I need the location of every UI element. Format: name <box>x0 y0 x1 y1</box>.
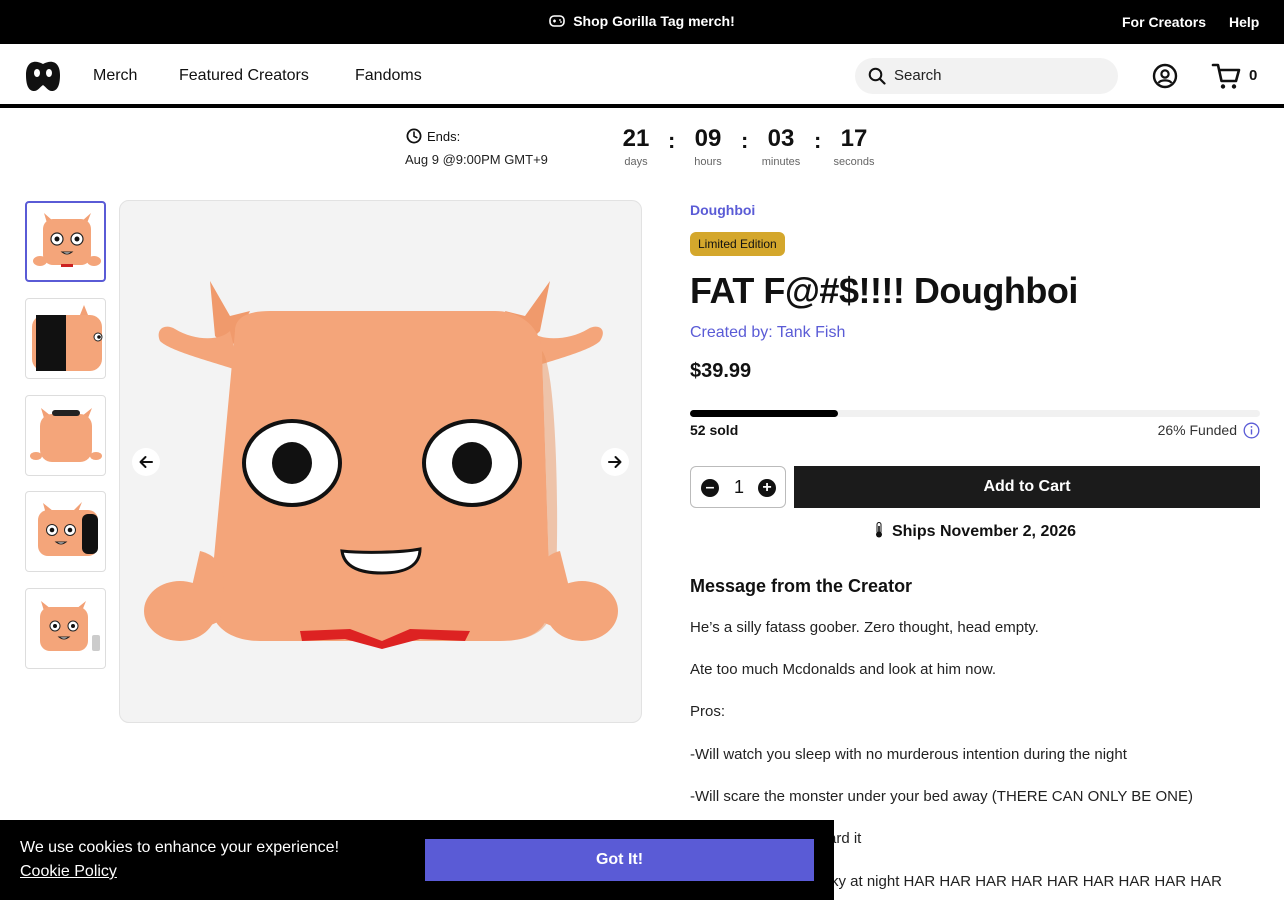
previous-image-button[interactable] <box>132 448 160 476</box>
days-label: days <box>624 156 648 168</box>
creator-message-paragraph: rky at night HAR HAR HAR HAR HAR HAR HAR… <box>826 873 1222 890</box>
promo-link[interactable]: Shop Gorilla Tag merch! <box>0 13 1284 31</box>
cart-icon[interactable] <box>1211 62 1241 95</box>
fandom-link[interactable]: Doughboi <box>690 202 755 218</box>
minutes-value: 03 <box>767 125 795 152</box>
next-image-button[interactable] <box>601 448 629 476</box>
thermometer-icon <box>874 522 884 543</box>
announcement-bar: Shop Gorilla Tag merch! For Creators Hel… <box>0 0 1284 44</box>
quantity-value[interactable]: 1 <box>729 477 749 498</box>
arrow-left-icon <box>139 456 153 468</box>
help-link[interactable]: Help <box>1229 14 1259 30</box>
ship-date-text: Ships November 2, 2026 <box>891 523 1077 540</box>
thumbnail-back[interactable] <box>25 395 106 476</box>
creator-message-paragraph: He’s a silly fatass goober. Zero thought… <box>690 619 1039 636</box>
quantity-stepper: – 1 + <box>690 466 786 508</box>
sold-count: 52 sold <box>690 422 739 438</box>
product-title: FAT F@#$!!!! Doughboi <box>690 270 1078 311</box>
creator-link[interactable]: Created by: Tank Fish <box>690 324 845 342</box>
funded-text: 26% Funded <box>1157 422 1237 438</box>
arrow-right-icon <box>608 456 622 468</box>
clock-icon <box>406 128 422 147</box>
ship-date: Ships November 2, 2026 <box>690 522 1260 543</box>
increase-quantity-button[interactable]: + <box>758 479 776 497</box>
countdown-hours: 09 hours <box>683 124 733 168</box>
ends-label: Ends: <box>406 128 460 147</box>
info-icon[interactable] <box>1243 422 1260 442</box>
thumbnail-front[interactable] <box>25 201 106 282</box>
nav-merch[interactable]: Merch <box>93 67 137 85</box>
search-input[interactable]: Search <box>855 58 1118 94</box>
countdown-days: 21 days <box>611 124 661 168</box>
search-placeholder: Search <box>894 67 942 84</box>
sale-countdown: Ends: Aug 9 @9:00PM GMT+9 21 days : 09 h… <box>0 124 1284 180</box>
countdown-seconds: 17 seconds <box>829 124 879 168</box>
hours-value: 09 <box>694 125 722 152</box>
creator-message-title: Message from the Creator <box>690 576 913 596</box>
search-icon <box>868 67 886 90</box>
limited-edition-badge: Limited Edition <box>690 232 785 256</box>
gamepad-icon <box>549 14 566 31</box>
creator-message-paragraph: -Will watch you sleep with no murderous … <box>690 746 1127 763</box>
countdown-separator: : <box>668 128 676 153</box>
cookie-accept-button[interactable]: Got It! <box>425 839 814 881</box>
seconds-label: seconds <box>833 156 875 168</box>
ends-date: Aug 9 @9:00PM GMT+9 <box>405 152 548 167</box>
countdown-separator: : <box>741 128 749 153</box>
main-nav: Merch Featured Creators Fandoms Search 0 <box>0 44 1284 108</box>
nav-fandoms[interactable]: Fandoms <box>355 67 422 85</box>
cookie-banner: We use cookies to enhance your experienc… <box>0 820 834 900</box>
decrease-quantity-button[interactable]: – <box>701 479 719 497</box>
promo-text: Shop Gorilla Tag merch! <box>573 13 735 29</box>
product-price: $39.99 <box>690 360 752 382</box>
countdown-minutes: 03 minutes <box>756 124 806 168</box>
thumbnail-size-comparison[interactable] <box>25 588 106 669</box>
days-value: 21 <box>622 125 650 152</box>
seconds-value: 17 <box>840 125 868 152</box>
creator-message-paragraph: -Will scare the monster under your bed a… <box>690 788 1193 805</box>
product-image <box>119 200 642 723</box>
creator-message-paragraph: Pros: <box>690 703 726 720</box>
creator-message-paragraph: Ate too much Mcdonalds and look at him n… <box>690 661 997 678</box>
countdown-separator: : <box>814 128 822 153</box>
funded-status: 26% Funded <box>1158 422 1260 442</box>
cart-count[interactable]: 0 <box>1249 67 1257 84</box>
nav-featured-creators[interactable]: Featured Creators <box>179 67 309 85</box>
ends-label-text: Ends: <box>427 129 461 144</box>
hours-label: hours <box>694 156 722 168</box>
for-creators-link[interactable]: For Creators <box>1122 14 1206 30</box>
cookie-policy-link[interactable]: Cookie Policy <box>20 863 117 881</box>
thumbnail-angled[interactable] <box>25 491 106 572</box>
thumbnail-side[interactable] <box>25 298 106 379</box>
logo-icon[interactable] <box>24 58 62 97</box>
minutes-label: minutes <box>761 156 801 168</box>
plush-image <box>144 281 618 649</box>
funding-progress-bar <box>690 410 1260 417</box>
cookie-text: We use cookies to enhance your experienc… <box>20 839 340 856</box>
funding-progress-fill <box>690 410 839 417</box>
account-icon[interactable] <box>1152 63 1178 94</box>
add-to-cart-button[interactable]: Add to Cart <box>794 466 1260 508</box>
